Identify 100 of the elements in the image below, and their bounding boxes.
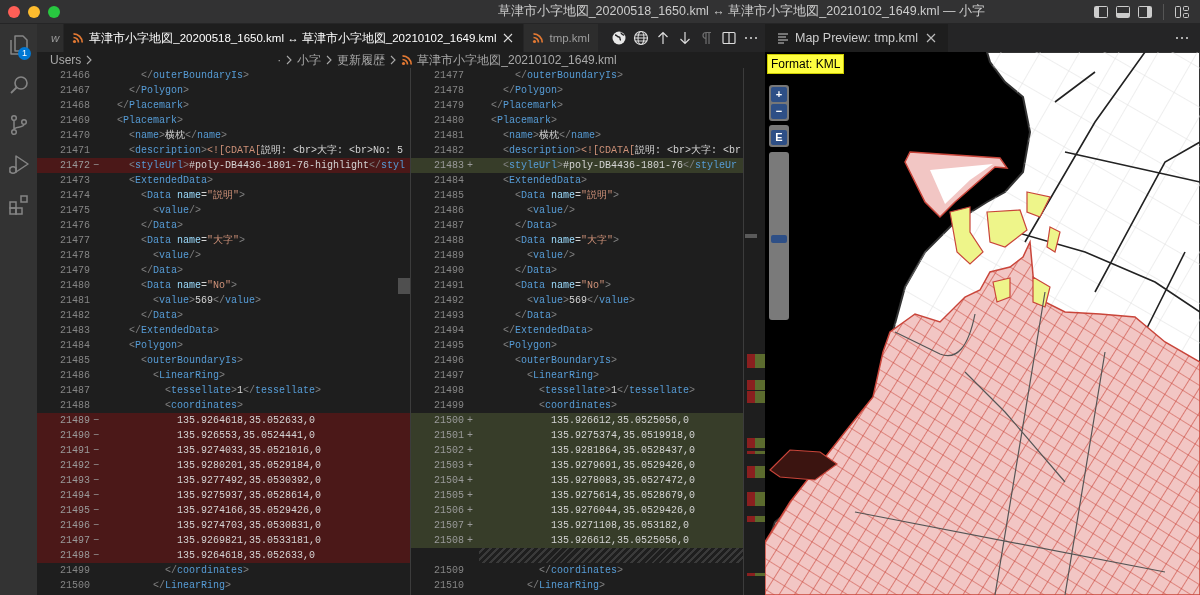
breadcrumb-item[interactable]: 草津市小字地図_20210102_1649.kml	[417, 51, 617, 69]
code-line: <description><![CDATA[説明: <br>大字: <br	[502, 143, 742, 158]
rss-icon	[532, 32, 545, 44]
code-line: <Data name="大字">	[140, 233, 246, 248]
line-number: 21478	[59, 249, 90, 263]
chevron-right-icon	[85, 55, 94, 65]
line-number: 21466	[59, 69, 90, 83]
code-line: </Data>	[514, 309, 558, 323]
line-number: 21499	[433, 399, 464, 413]
slider-thumb[interactable]	[771, 235, 787, 244]
code-line: </Polygon>	[128, 84, 190, 98]
line-number: 21467	[59, 84, 90, 98]
code-line: <name>横枕</name>	[128, 128, 228, 143]
arrow-up-icon[interactable]	[655, 30, 671, 46]
split-editor-icon[interactable]	[721, 30, 737, 46]
breadcrumb-item[interactable]: ·	[277, 53, 282, 67]
code-line: </ExtendedData>	[128, 324, 220, 338]
zoom-slider[interactable]	[769, 152, 789, 320]
line-number: 21506	[433, 504, 464, 518]
diff-marker: +	[466, 429, 474, 443]
line-number: 21491	[433, 279, 464, 293]
line-number: 21473	[59, 174, 90, 188]
code-line: </outerBoundaryIs>	[140, 69, 250, 83]
code-line: </Data>	[514, 219, 558, 233]
code-line: </Placemark>	[116, 99, 190, 113]
code-line: <ExtendedData>	[128, 174, 214, 188]
diff-marker: +	[466, 474, 474, 488]
line-number: 21509	[433, 564, 464, 578]
code-line: </Data>	[514, 264, 558, 278]
line-number: 21497	[59, 534, 90, 548]
diff-marker: −	[92, 459, 100, 473]
close-button[interactable]	[8, 5, 20, 18]
map-drawing[interactable]	[765, 52, 1200, 595]
editor-tab[interactable]: tmp.kml	[524, 24, 599, 52]
line-number: 21503	[433, 459, 464, 473]
code-line: 135.9278083,35.0527472,0	[550, 474, 696, 488]
window-title: 草津市小字地図_20200518_1650.kml ↔ 草津市小字地図_20210102_1649.kml — 小字	[497, 3, 985, 20]
preview-tab[interactable]: Map Preview: tmp.kml	[765, 24, 948, 52]
code-line: 135.9271108,35.053182,0	[550, 519, 690, 533]
line-number: 21490	[433, 264, 464, 278]
code-line: </Polygon>	[502, 84, 564, 98]
line-number: 21474	[59, 189, 90, 203]
line-number: 21485	[433, 189, 464, 203]
minimize-button[interactable]	[28, 5, 40, 18]
zoom-extent-button[interactable]: E	[771, 130, 787, 145]
code-line: 135.9275614,35.0528679,0	[550, 489, 696, 503]
line-number: 21495	[59, 504, 90, 518]
extensions-icon[interactable]	[6, 193, 31, 217]
line-number: 21507	[433, 519, 464, 533]
line-number: 21498	[59, 549, 90, 563]
line-number: 21500	[59, 579, 90, 593]
secondary-sidebar-toggle-icon[interactable]	[1137, 3, 1153, 20]
code-line: <outerBoundaryIs>	[140, 354, 244, 368]
code-line: <LinearRing>	[152, 369, 226, 383]
layout-icon[interactable]	[1174, 3, 1190, 20]
line-number: 21486	[433, 204, 464, 218]
breadcrumb-item[interactable]: Users	[50, 53, 82, 67]
breadcrumb-item[interactable]: 小字	[297, 51, 322, 69]
code-line: <tessellate>1</tessellate>	[538, 384, 696, 398]
globe-icon[interactable]	[633, 30, 649, 46]
code-line: 135.9275374,35.0519918,0	[550, 429, 696, 443]
line-number: 21479	[59, 264, 90, 278]
code-line: </LinearRing>	[152, 579, 232, 593]
code-line: </coordinates>	[164, 564, 250, 578]
line-number: 21493	[59, 474, 90, 488]
code-line: <Placemark>	[116, 114, 184, 128]
line-number: 21484	[433, 174, 464, 188]
editor-tab[interactable]: 草津市小字地図_20200518_1650.kml ↔ 草津市小字地図_20210102_1649.kml	[64, 24, 525, 52]
line-number: 21510	[433, 579, 464, 593]
code-line: 135.926553,35.0524441,0	[176, 429, 316, 443]
line-number: 21482	[59, 309, 90, 323]
zoom-out-button[interactable]: −	[771, 104, 787, 119]
arrow-down-icon[interactable]	[677, 30, 693, 46]
code-line: </coordinates>	[538, 564, 624, 578]
globe-icon[interactable]	[611, 30, 627, 46]
breadcrumb-item[interactable]: 更新履歴	[337, 51, 386, 69]
code-line: </Data>	[140, 219, 184, 233]
code-line: </ExtendedData>	[502, 324, 594, 338]
line-number: 21499	[59, 564, 90, 578]
line-number: 21488	[433, 234, 464, 248]
diff-marker: −	[92, 549, 100, 563]
code-line: <value/>	[526, 204, 576, 218]
line-number: 21476	[59, 219, 90, 233]
editor-tab[interactable]: w	[37, 24, 65, 52]
line-number: 21496	[433, 354, 464, 368]
code-line: 135.9274033,35.0521016,0	[176, 444, 322, 458]
maximize-button[interactable]	[48, 5, 60, 18]
lines-icon	[777, 32, 789, 44]
code-line: 135.9269821,35.0533181,0	[176, 534, 322, 548]
scrollbar-thumb[interactable]	[398, 278, 410, 294]
chevron-right-icon	[325, 55, 334, 65]
line-number: 21478	[433, 84, 464, 98]
code-line: 135.9264618,35.052633,0	[176, 549, 316, 563]
code-line: 135.9276044,35.0529426,0	[550, 504, 696, 518]
code-line: <name>横枕</name>	[502, 128, 602, 143]
line-number: 21472	[59, 159, 90, 173]
run-debug-icon[interactable]	[6, 153, 31, 177]
sidebar-toggle-icon[interactable]	[1093, 3, 1109, 20]
panel-toggle-icon[interactable]	[1115, 3, 1131, 20]
zoom-in-button[interactable]: +	[771, 87, 787, 102]
